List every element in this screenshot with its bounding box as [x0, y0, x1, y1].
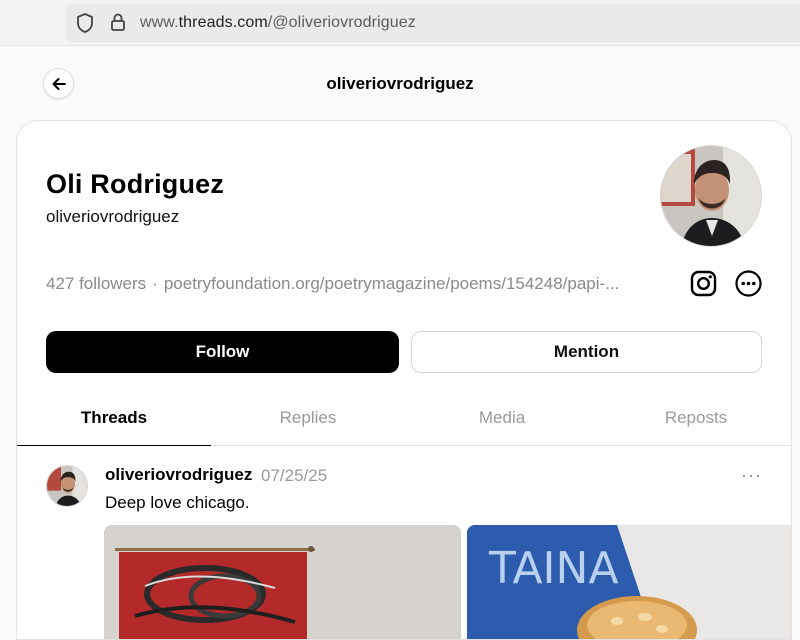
meta-separator: ·: [152, 274, 158, 293]
avatar[interactable]: [660, 145, 762, 247]
post-avatar[interactable]: [46, 465, 88, 507]
lock-icon[interactable]: [108, 11, 128, 33]
followers-count[interactable]: 427 followers: [46, 274, 146, 293]
more-options-icon[interactable]: [734, 269, 763, 298]
profile-tabs: Threads Replies Media Reposts: [17, 397, 791, 446]
page-title: oliveriovrodriguez: [326, 74, 474, 93]
follow-button[interactable]: Follow: [46, 331, 399, 373]
url-prefix: www.: [140, 14, 179, 31]
post-more-button[interactable]: ···: [741, 465, 762, 486]
post-text: Deep love chicago.: [105, 493, 250, 512]
mention-button[interactable]: Mention: [411, 331, 762, 373]
tab-reposts[interactable]: Reposts: [599, 397, 791, 446]
instagram-icon[interactable]: [689, 269, 718, 298]
tab-replies[interactable]: Replies: [211, 397, 405, 446]
profile-meta: 427 followers · poetryfoundation.org/poetr…: [46, 274, 619, 294]
post-date[interactable]: 07/25/25: [261, 466, 327, 486]
profile-name: Oli Rodriguez: [46, 169, 225, 199]
browser-toolbar: www.threads.com/@oliveriovrodriguez: [0, 0, 800, 46]
url-text[interactable]: www.threads.com/@oliveriovrodriguez: [140, 14, 416, 32]
post-image-2[interactable]: TAINA: [467, 525, 791, 639]
post-image-1[interactable]: [104, 525, 461, 639]
svg-text:TAINA: TAINA: [488, 543, 619, 594]
shield-icon[interactable]: [75, 12, 95, 34]
post-username[interactable]: oliveriovrodriguez: [105, 465, 252, 485]
tab-threads[interactable]: Threads: [17, 397, 211, 446]
profile-handle: oliveriovrodriguez: [46, 207, 180, 226]
profile-card: Oli Rodriguez oliveriovrodriguez 427 fol…: [16, 120, 792, 640]
url-domain: threads.com: [178, 14, 268, 31]
url-path: /@oliveriovrodriguez: [267, 14, 416, 31]
profile-link[interactable]: poetryfoundation.org/poetrymagazine/poem…: [164, 274, 620, 293]
tab-media[interactable]: Media: [405, 397, 599, 446]
